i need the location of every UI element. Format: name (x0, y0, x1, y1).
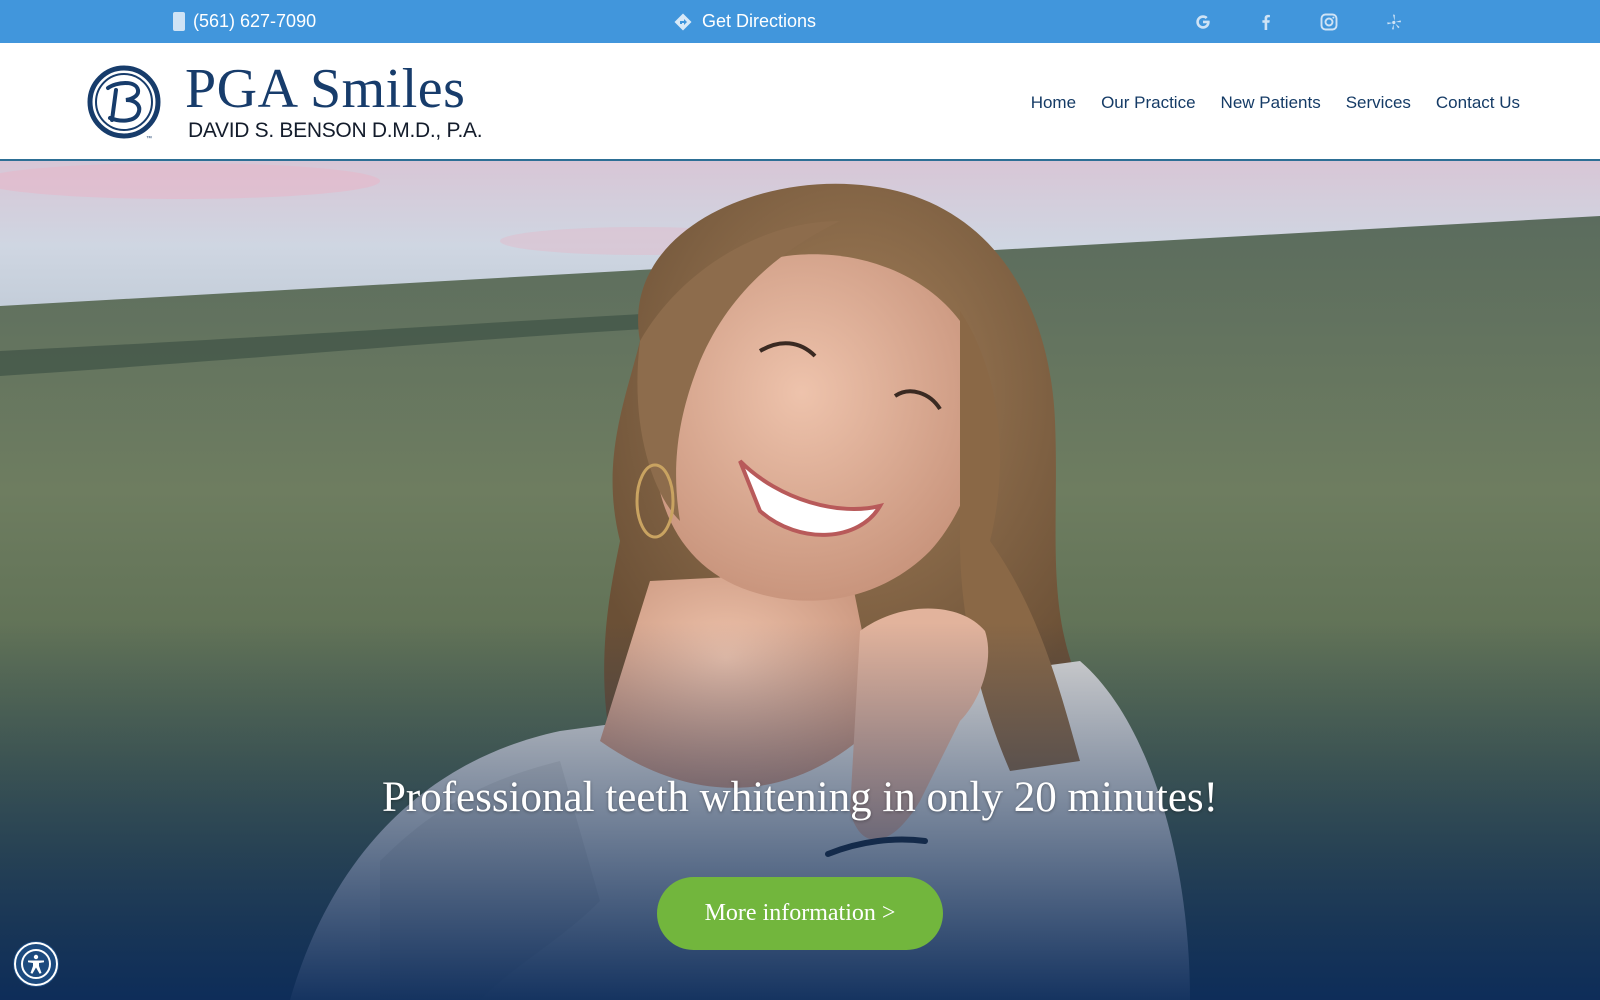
phone-icon (173, 12, 185, 31)
logo-mark-icon: ™ (87, 65, 161, 142)
google-link[interactable] (1188, 0, 1218, 43)
phone-link[interactable]: (561) 627-7090 (173, 0, 316, 43)
get-directions-label: Get Directions (702, 11, 817, 31)
instagram-icon (1320, 13, 1338, 30)
facebook-link[interactable] (1251, 0, 1281, 43)
yelp-link[interactable] (1379, 0, 1409, 43)
main-navigation: Home Our Practice New Patients Services … (1006, 86, 1520, 120)
logo-name: PGA Smiles (185, 58, 466, 120)
hero-banner: Professional teeth whitening in only 20 … (0, 161, 1600, 1000)
hero-headline: Professional teeth whitening in only 20 … (381, 774, 1218, 821)
yelp-icon (1387, 14, 1401, 29)
hero-photo (0, 161, 1600, 1000)
accessibility-icon (21, 949, 51, 979)
logo-subtitle: DAVID S. BENSON D.M.D., P.A. (188, 119, 483, 142)
more-information-button[interactable]: More information > (657, 877, 943, 950)
logo-trademark: ™ (146, 135, 152, 142)
phone-number: (561) 627-7090 (193, 11, 317, 31)
google-icon (1196, 14, 1210, 29)
nav-contact-us[interactable]: Contact Us (1436, 93, 1520, 113)
accessibility-button[interactable] (14, 942, 58, 986)
nav-our-practice[interactable]: Our Practice (1101, 93, 1195, 113)
site-logo[interactable]: ™ PGA Smiles DAVID S. BENSON D.M.D., P.A… (86, 58, 496, 143)
nav-home[interactable]: Home (1031, 93, 1076, 113)
top-utility-bar: (561) 627-7090 Get Directions (0, 0, 1600, 43)
facebook-icon (1262, 14, 1270, 30)
site-header: ™ PGA Smiles DAVID S. BENSON D.M.D., P.A… (0, 43, 1600, 161)
nav-new-patients[interactable]: New Patients (1221, 93, 1321, 113)
nav-services[interactable]: Services (1346, 93, 1411, 113)
get-directions-link[interactable]: Get Directions (673, 0, 816, 43)
instagram-link[interactable] (1314, 0, 1344, 43)
directions-sign-icon (674, 13, 692, 30)
